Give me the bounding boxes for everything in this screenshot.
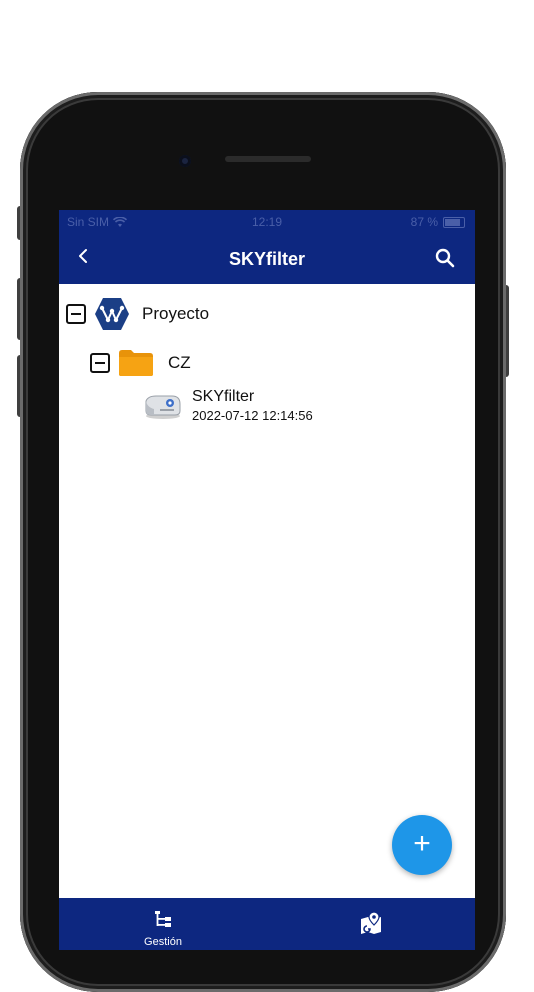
- project-label: Proyecto: [142, 304, 210, 323]
- tab-bar: Gestión: [59, 898, 475, 950]
- skyfilter-device-icon: [145, 395, 181, 419]
- tab-gestion[interactable]: Gestión: [59, 898, 267, 950]
- tab-map[interactable]: [267, 898, 475, 950]
- battery-percent: 87 %: [410, 215, 438, 229]
- navigation-bar: SKYfilter: [59, 234, 475, 284]
- front-camera: [179, 155, 191, 167]
- status-bar: Sin SIM 12:19 87 %: [59, 210, 475, 234]
- status-right: 87 %: [411, 215, 465, 229]
- tree-hierarchy-icon: [155, 911, 171, 927]
- folder-label: CZ: [168, 353, 191, 372]
- add-button[interactable]: +: [392, 815, 452, 875]
- tree-node-folder[interactable]: CZ: [90, 349, 191, 377]
- map-pin-icon: [361, 911, 381, 934]
- device-name: SKYfilter: [192, 388, 255, 405]
- folder-icon: [119, 350, 153, 376]
- app-screen: Sin SIM 12:19 87 % SKYfilter Proyecto CZ…: [59, 210, 475, 950]
- search-icon: [435, 248, 455, 268]
- device-info: SKYfilter 2022-07-12 12:14:56: [192, 388, 313, 423]
- page-title: SKYfilter: [228, 249, 306, 269]
- collapse-toggle[interactable]: [90, 353, 110, 373]
- earpiece-speaker: [225, 156, 311, 162]
- search-button[interactable]: [435, 248, 455, 273]
- collapse-toggle[interactable]: [66, 304, 86, 324]
- tree-node-device[interactable]: SKYfilter 2022-07-12 12:14:56: [142, 388, 313, 423]
- tree-node-project[interactable]: Proyecto: [66, 297, 209, 331]
- tab-gestion-label: Gestión: [144, 936, 182, 948]
- battery-icon: [443, 216, 465, 228]
- project-logo-icon: [95, 298, 129, 330]
- device-timestamp: 2022-07-12 12:14:56: [192, 408, 313, 423]
